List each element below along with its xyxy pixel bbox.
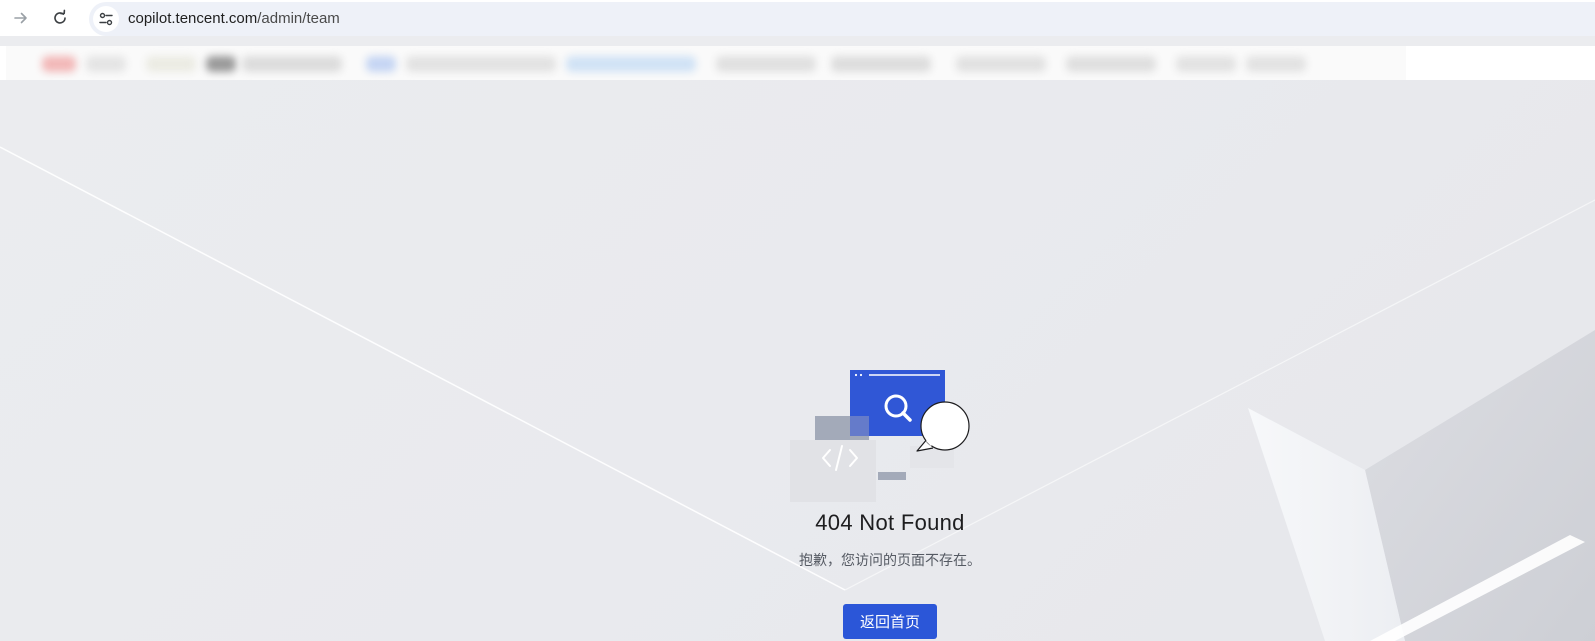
gray-bar xyxy=(878,472,906,480)
site-info-button[interactable] xyxy=(93,6,119,32)
tune-icon xyxy=(99,12,113,26)
bookmark-item[interactable] xyxy=(206,56,236,72)
bookmark-item[interactable] xyxy=(716,56,816,72)
reload-icon xyxy=(54,9,66,24)
back-to-home-button[interactable]: 返回首页 xyxy=(843,604,937,639)
arrow-right-icon xyxy=(14,12,27,24)
error-message: 抱歉，您访问的页面不存在。 xyxy=(799,552,981,568)
code-window xyxy=(790,440,876,502)
bookmark-item[interactable] xyxy=(146,56,196,72)
error-title: 404 Not Found xyxy=(815,510,965,535)
bookmark-item[interactable] xyxy=(86,56,126,72)
bookmarks-bar xyxy=(0,46,1595,86)
bookmark-item[interactable] xyxy=(1176,56,1236,72)
not-found-illustration xyxy=(790,368,974,502)
browser-toolbar: copilot.tencent.com/admin/team xyxy=(0,0,1595,36)
bookmark-item[interactable] xyxy=(406,56,556,72)
forward-button[interactable] xyxy=(7,4,35,32)
bookmark-item[interactable] xyxy=(1246,56,1306,72)
bookmark-item[interactable] xyxy=(366,56,396,72)
bookmark-item[interactable] xyxy=(42,56,76,72)
address-bar[interactable]: copilot.tencent.com/admin/team xyxy=(89,2,1595,36)
bookmark-item[interactable] xyxy=(566,56,696,72)
url-text[interactable]: copilot.tencent.com/admin/team xyxy=(128,10,340,27)
bookmark-item[interactable] xyxy=(1066,56,1156,72)
url-host: copilot.tencent.com xyxy=(128,10,258,27)
bookmark-item[interactable] xyxy=(242,56,342,72)
browser-window: copilot.tencent.com/admin/team 404 Not F… xyxy=(0,0,1595,641)
bookmark-item[interactable] xyxy=(956,56,1046,72)
reload-button[interactable] xyxy=(46,4,74,32)
url-path: /admin/team xyxy=(257,10,340,27)
bookmark-item[interactable] xyxy=(831,56,931,72)
